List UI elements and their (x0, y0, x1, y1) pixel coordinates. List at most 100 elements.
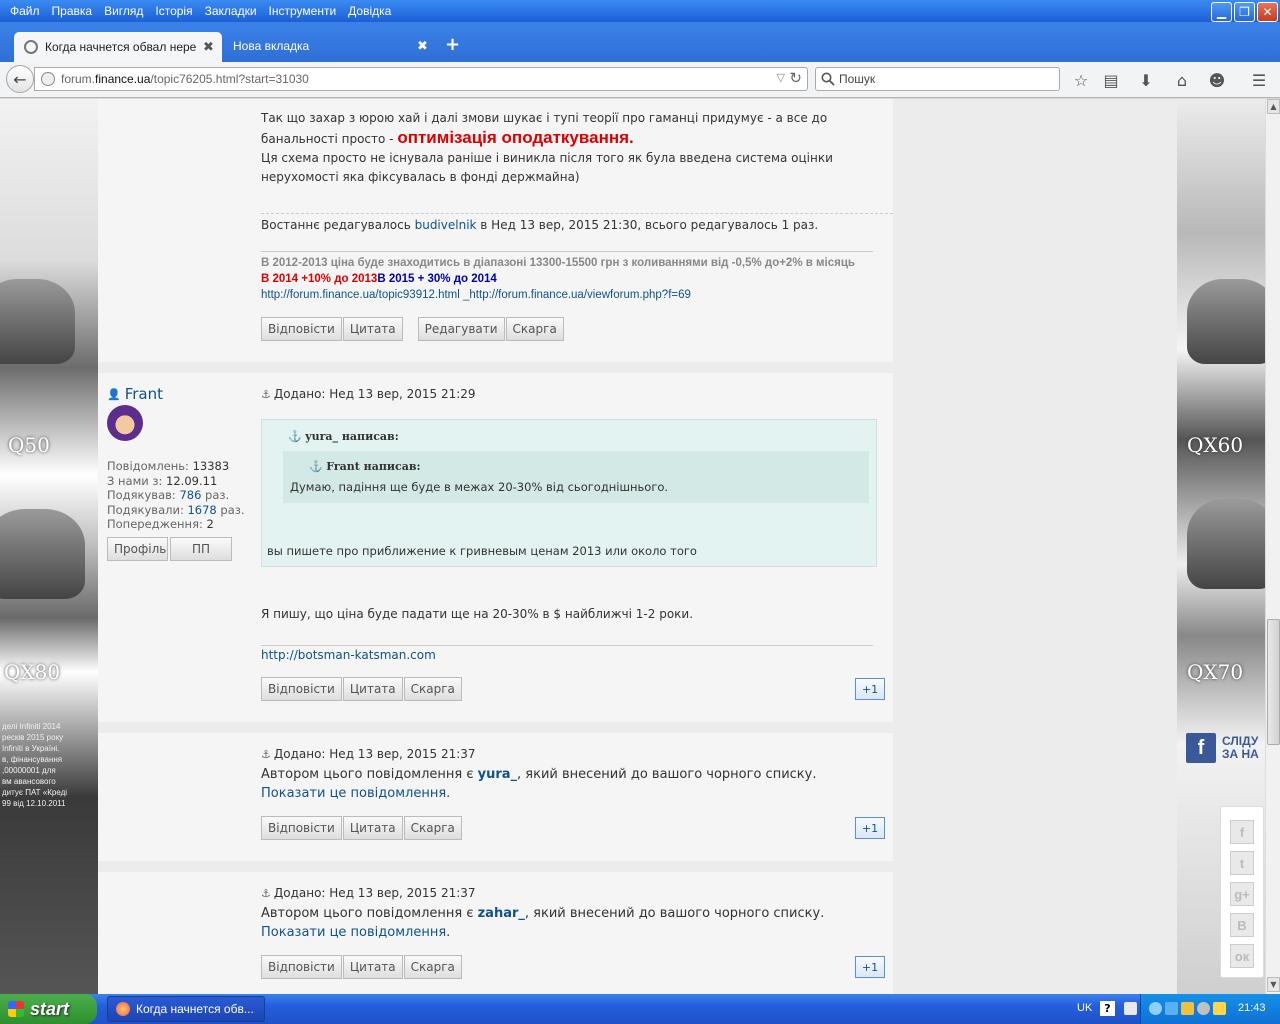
ad-model-label: QX80 (4, 660, 61, 684)
tab-new[interactable]: Нова вкладка ✖ (224, 32, 430, 60)
scroll-up-icon[interactable]: ▲ (1267, 99, 1280, 114)
post-actions: Відповісти Цитата Редагувати Скарга (261, 317, 565, 341)
menu-file[interactable]: Файл (4, 4, 46, 18)
blocked-user-link[interactable]: zahar_ (478, 906, 525, 921)
show-post-link[interactable]: Показати це повідомлення (261, 786, 446, 801)
quote-button[interactable]: Цитата (342, 816, 403, 840)
quote-button[interactable]: Цитата (342, 955, 403, 979)
report-button[interactable]: Скарга (505, 317, 564, 341)
search-input[interactable] (839, 72, 1049, 86)
shield-tray-icon[interactable] (1181, 1002, 1194, 1015)
vertical-scrollbar[interactable]: ▲ ▼ (1265, 99, 1280, 994)
post-author: 👤 Frant Повідомлень: 13383 З нами з: 12.… (107, 385, 247, 561)
forum-post: ⚓ Додано: Нед 13 вер, 2015 21:37 Автором … (98, 872, 893, 994)
report-button[interactable]: Скарга (403, 955, 462, 979)
thanks-received-link[interactable]: 1678 (187, 503, 216, 517)
signature-link[interactable]: http://botsman-katsman.com (261, 648, 881, 662)
monitor-tray-icon[interactable] (1165, 1002, 1178, 1015)
menu-tools[interactable]: Інструменти (263, 4, 343, 18)
chat-icon[interactable]: ☻ (1205, 68, 1229, 92)
network-tray-icon[interactable] (1124, 1002, 1137, 1015)
quote-button[interactable]: Цитата (342, 317, 403, 341)
arrow-left-icon: ← (13, 69, 27, 89)
close-window-button[interactable]: ✕ (1257, 2, 1278, 22)
back-button[interactable]: ← (6, 65, 34, 93)
windows-logo-icon (8, 1001, 24, 1017)
volume-tray-icon[interactable] (1197, 1002, 1210, 1015)
post-message: Так що захар з юрою хай і далі змови шук… (261, 109, 886, 187)
menu-help[interactable]: Довідка (342, 4, 397, 18)
plus-one-button[interactable]: +1 (855, 678, 885, 700)
quote-button[interactable]: Цитата (342, 677, 403, 701)
tab-close-icon[interactable]: ✖ (417, 38, 428, 54)
anchor-icon[interactable]: ⚓ (261, 748, 271, 761)
author-stats: Повідомлень: 13383 З нами з: 12.09.11 По… (107, 459, 245, 531)
signature: В 2012-2013 ціна буде знаходитись в діап… (261, 255, 881, 303)
reply-button[interactable]: Відповісти (261, 317, 342, 341)
menu-view[interactable]: Вигляд (98, 4, 149, 18)
minimize-button[interactable]: ▁ (1211, 2, 1232, 22)
reload-icon[interactable]: ↻ (789, 69, 802, 87)
profile-button[interactable]: Профіль (107, 536, 168, 561)
author-name[interactable]: Frant (125, 385, 163, 403)
tab-title: Когда начнется обвал нере... (45, 40, 197, 54)
plus-one-button[interactable]: +1 (855, 817, 885, 839)
new-tab-button[interactable]: + (445, 34, 460, 55)
bookmark-star-icon[interactable]: ☆ (1069, 68, 1093, 92)
facebook-share-icon[interactable]: f (1230, 820, 1254, 844)
search-bar[interactable] (815, 67, 1060, 91)
avatar[interactable] (107, 405, 143, 441)
scroll-thumb[interactable] (1267, 619, 1280, 745)
divider (261, 213, 893, 214)
nested-quote-block: ⚓ Frant написав: Думаю, падіння ще буде … (283, 451, 869, 503)
user-icon: 👤 (107, 387, 121, 401)
vkontakte-share-icon[interactable]: В (1230, 913, 1254, 937)
reply-button[interactable]: Відповісти (261, 955, 342, 979)
odnoklassniki-share-icon[interactable]: ок (1230, 944, 1254, 968)
thanked-count-link[interactable]: 786 (179, 488, 201, 502)
advertisement-left[interactable]: Q50 QX80 делі Infiniti 2014 ресків 2015 … (0, 99, 98, 994)
menu-bookmarks[interactable]: Закладки (199, 4, 263, 18)
editor-link[interactable]: budivelnik (415, 218, 477, 232)
downloads-icon[interactable]: ⬇ (1134, 68, 1158, 92)
reply-button[interactable]: Відповісти (261, 677, 342, 701)
taskbar-firefox-item[interactable]: Когда начнется обв... (107, 996, 265, 1022)
report-button[interactable]: Скарга (403, 677, 462, 701)
arrow-tray-icon[interactable] (1149, 1002, 1162, 1015)
url-text[interactable]: forum.finance.ua/topic76205.html?start=3… (61, 72, 309, 86)
anchor-icon[interactable]: ⚓ (261, 887, 271, 900)
twitter-share-icon[interactable]: t (1230, 851, 1254, 875)
menu-edit[interactable]: Правка (46, 4, 99, 18)
messenger-tray-icon[interactable] (1213, 1002, 1226, 1015)
show-post-link[interactable]: Показати це повідомлення (261, 925, 446, 940)
anchor-icon[interactable]: ⚓ (261, 388, 271, 401)
navigation-toolbar: ← forum.finance.ua/topic76205.html?start… (0, 62, 1280, 98)
home-icon[interactable]: ⌂ (1170, 68, 1194, 92)
googleplus-share-icon[interactable]: g+ (1230, 882, 1254, 906)
signature-links[interactable]: http://forum.finance.ua/topic93912.html … (261, 287, 881, 303)
post-date: ⚓ Додано: Нед 13 вер, 2015 21:29 (261, 387, 476, 401)
report-button[interactable]: Скарга (403, 816, 462, 840)
help-tray-icon[interactable]: ? (1100, 1001, 1115, 1016)
start-button[interactable]: start (0, 994, 97, 1024)
menu-hamburger-icon[interactable]: ☰ (1247, 68, 1271, 92)
taskbar: start Когда начнется обв... UK ? 21:43 (0, 994, 1280, 1024)
maximize-button[interactable]: ❐ (1234, 2, 1255, 22)
post-text: Ця схема просто не існувала раніше і вин… (261, 151, 833, 184)
signature-red: В 2014 +10% до 2013 (261, 273, 378, 285)
reply-button[interactable]: Відповісти (261, 816, 342, 840)
pm-button[interactable]: ПП (170, 536, 232, 561)
edit-button[interactable]: Редагувати (417, 317, 505, 341)
facebook-follow-widget[interactable]: f СЛІДУ ЗА НА (1186, 733, 1262, 763)
blocked-user-link[interactable]: yura_ (478, 767, 517, 782)
bookmarks-list-icon[interactable]: ▤ (1099, 68, 1123, 92)
language-indicator[interactable]: UK (1077, 1002, 1092, 1014)
url-bar[interactable]: forum.finance.ua/topic76205.html?start=3… (34, 67, 808, 91)
plus-one-button[interactable]: +1 (855, 956, 885, 978)
blocked-notice: Автором цього повідомлення є yura_, який… (261, 767, 817, 801)
tab-forum[interactable]: Когда начнется обвал нере... ✖ (14, 32, 222, 62)
menu-history[interactable]: Історія (149, 4, 198, 18)
scroll-down-icon[interactable]: ▼ (1267, 977, 1280, 992)
tab-close-icon[interactable]: ✖ (203, 39, 214, 55)
url-dropdown-icon[interactable]: ▽ (777, 71, 785, 84)
